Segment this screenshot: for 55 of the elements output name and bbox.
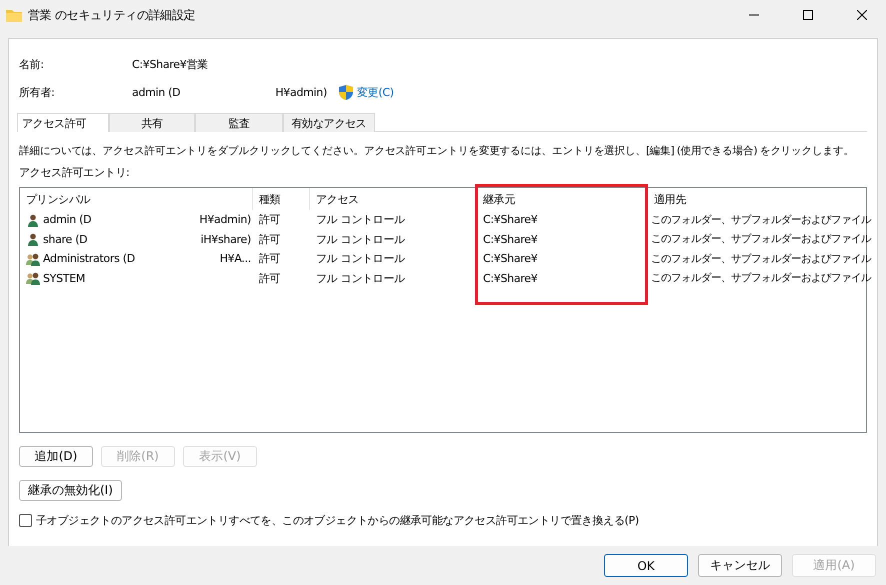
column-header[interactable]: 継承元 [477,188,648,210]
group-icon [26,252,40,266]
column-header[interactable]: 種類 [253,188,310,210]
table-cell: C:¥Share¥ [483,252,538,266]
column-header[interactable]: プリンシパル [20,188,253,210]
column-header[interactable]: 適用先 [648,188,866,210]
table-cell: フル コントロール [316,270,405,286]
table-cell: C:¥Share¥ [483,232,538,246]
table-cell: このフォルダー、サブフォルダーおよびファイル [651,252,871,266]
tab[interactable]: 有効なアクセス [283,113,375,132]
field-label: 所有者: [19,84,56,100]
window-title: 営業 のセキュリティの詳細設定 [28,6,196,24]
table-cell: H¥A... [220,252,251,266]
field-value: C:¥Share¥営業 [132,56,208,72]
shield-icon [338,84,353,100]
table-cell: フル コントロール [316,232,405,247]
table-cell: フル コントロール [316,212,405,228]
dialog-button[interactable]: OK [604,554,688,577]
tab[interactable]: 監査 [195,113,283,132]
close-icon[interactable] [857,10,867,20]
table-cell: SYSTEM [43,272,86,285]
disable-inheritance-button[interactable]: 継承の無効化(I) [19,480,122,501]
table-cell: このフォルダー、サブフォルダーおよびファイル [651,232,871,246]
checkbox-label: 子オブジェクトのアクセス許可エントリすべてを、このオブジェクトからの継承可能なアクセス許可エントリで置き換える(P) [36,513,639,528]
change-owner-link[interactable]: 変更(C) [356,84,394,100]
table-cell: 許可 [259,232,280,247]
table-cell: Administrators (D [43,252,135,266]
table-cell: このフォルダー、サブフォルダーおよびファイル [651,271,871,286]
field-value: H¥admin) [275,86,327,98]
folder-icon [6,8,22,22]
user-icon [26,232,40,246]
field-label: 名前: [19,56,45,72]
entry-button[interactable]: 追加(D) [19,446,93,467]
group-icon [26,271,40,286]
table-cell: admin (D [43,213,92,226]
instruction-text: 詳細については、アクセス許可エントリをダブルクリックしてください。アクセス許可エントリを変更するには、エントリを選択し、[編集] (使用できる場合) をクリックします。 [19,144,854,158]
tab[interactable]: 共有 [109,113,195,132]
checkbox[interactable] [19,514,32,527]
column-header[interactable]: アクセス [310,188,477,210]
tab[interactable]: アクセス許可 [17,113,109,132]
table-cell: C:¥Share¥ [483,213,538,226]
table-cell: フル コントロール [316,251,405,266]
maximize-icon[interactable] [803,10,813,20]
table-cell: H¥admin) [199,213,251,226]
list-label: アクセス許可エントリ: [19,165,130,180]
table-cell: share (D [43,232,88,246]
dialog-button[interactable]: キャンセル [698,554,782,577]
user-icon [26,212,40,227]
table-cell: C:¥Share¥ [483,272,538,285]
table-cell: 許可 [259,212,280,228]
table-cell: 許可 [259,251,280,266]
field-value: admin (D [132,86,180,98]
table-cell: このフォルダー、サブフォルダーおよびファイル [651,212,871,227]
table-cell: 許可 [259,270,280,286]
table-cell: iH¥share) [200,232,251,246]
